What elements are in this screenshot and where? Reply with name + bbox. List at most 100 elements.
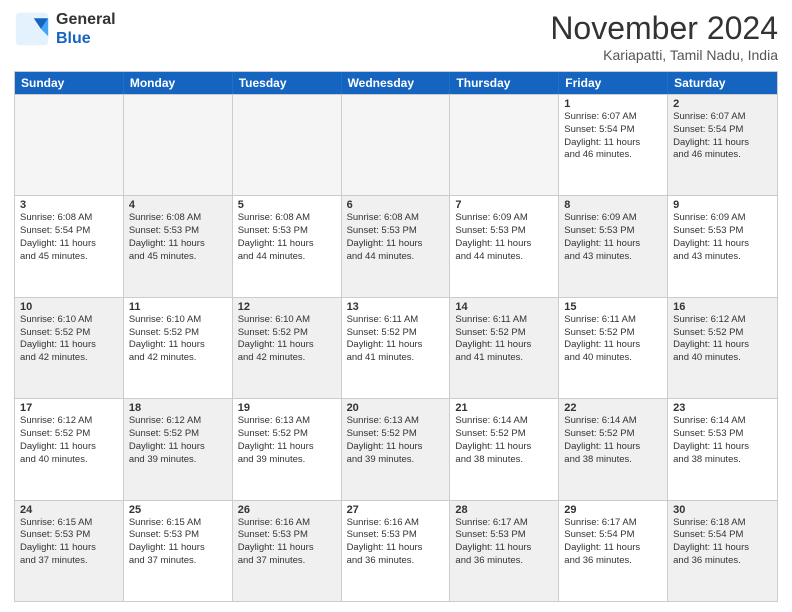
daylight-hours: Daylight: 11 hours — [20, 238, 118, 251]
sunrise-text: Sunrise: 6:12 AM — [20, 415, 118, 428]
day-number: 1 — [564, 98, 662, 110]
daylight-hours: Daylight: 11 hours — [347, 441, 445, 454]
sunrise-text: Sunrise: 6:15 AM — [129, 517, 227, 530]
sunrise-text: Sunrise: 6:11 AM — [564, 314, 662, 327]
calendar-cell-13: 13Sunrise: 6:11 AMSunset: 5:52 PMDayligh… — [342, 298, 451, 398]
sunrise-text: Sunrise: 6:14 AM — [673, 415, 772, 428]
daylight-hours: Daylight: 11 hours — [455, 339, 553, 352]
sunset-text: Sunset: 5:53 PM — [238, 225, 336, 238]
calendar-cell-26: 26Sunrise: 6:16 AMSunset: 5:53 PMDayligh… — [233, 501, 342, 601]
day-number: 4 — [129, 199, 227, 211]
daylight-minutes: and 45 minutes. — [20, 251, 118, 264]
sunset-text: Sunset: 5:54 PM — [673, 529, 772, 542]
calendar-cell-16: 16Sunrise: 6:12 AMSunset: 5:52 PMDayligh… — [668, 298, 777, 398]
daylight-hours: Daylight: 11 hours — [20, 542, 118, 555]
header-day-friday: Friday — [559, 72, 668, 94]
daylight-hours: Daylight: 11 hours — [238, 441, 336, 454]
sunrise-text: Sunrise: 6:08 AM — [347, 212, 445, 225]
daylight-hours: Daylight: 11 hours — [564, 339, 662, 352]
daylight-minutes: and 42 minutes. — [20, 352, 118, 365]
daylight-hours: Daylight: 11 hours — [564, 542, 662, 555]
day-number: 2 — [673, 98, 772, 110]
sunrise-text: Sunrise: 6:07 AM — [673, 111, 772, 124]
sunset-text: Sunset: 5:53 PM — [347, 225, 445, 238]
sunset-text: Sunset: 5:52 PM — [455, 428, 553, 441]
calendar-row-0: 1Sunrise: 6:07 AMSunset: 5:54 PMDaylight… — [15, 94, 777, 195]
daylight-hours: Daylight: 11 hours — [129, 339, 227, 352]
daylight-minutes: and 41 minutes. — [455, 352, 553, 365]
daylight-minutes: and 39 minutes. — [347, 454, 445, 467]
daylight-hours: Daylight: 11 hours — [564, 137, 662, 150]
day-number: 8 — [564, 199, 662, 211]
sunrise-text: Sunrise: 6:10 AM — [238, 314, 336, 327]
sunset-text: Sunset: 5:52 PM — [673, 327, 772, 340]
daylight-hours: Daylight: 11 hours — [673, 238, 772, 251]
sunset-text: Sunset: 5:52 PM — [564, 428, 662, 441]
calendar-cell-29: 29Sunrise: 6:17 AMSunset: 5:54 PMDayligh… — [559, 501, 668, 601]
day-number: 22 — [564, 402, 662, 414]
sunrise-text: Sunrise: 6:08 AM — [238, 212, 336, 225]
sunset-text: Sunset: 5:53 PM — [564, 225, 662, 238]
calendar-cell-17: 17Sunrise: 6:12 AMSunset: 5:52 PMDayligh… — [15, 399, 124, 499]
daylight-minutes: and 36 minutes. — [564, 555, 662, 568]
sunrise-text: Sunrise: 6:17 AM — [564, 517, 662, 530]
daylight-hours: Daylight: 11 hours — [347, 238, 445, 251]
sunset-text: Sunset: 5:54 PM — [673, 124, 772, 137]
daylight-hours: Daylight: 11 hours — [564, 238, 662, 251]
page: General Blue November 2024 Kariapatti, T… — [0, 0, 792, 612]
sunrise-text: Sunrise: 6:15 AM — [20, 517, 118, 530]
calendar-cell-1: 1Sunrise: 6:07 AMSunset: 5:54 PMDaylight… — [559, 95, 668, 195]
daylight-hours: Daylight: 11 hours — [347, 542, 445, 555]
daylight-minutes: and 43 minutes. — [673, 251, 772, 264]
header: General Blue November 2024 Kariapatti, T… — [14, 10, 778, 63]
sunset-text: Sunset: 5:53 PM — [673, 225, 772, 238]
header-day-saturday: Saturday — [668, 72, 777, 94]
daylight-hours: Daylight: 11 hours — [20, 339, 118, 352]
calendar-cell-19: 19Sunrise: 6:13 AMSunset: 5:52 PMDayligh… — [233, 399, 342, 499]
daylight-hours: Daylight: 11 hours — [129, 441, 227, 454]
sunset-text: Sunset: 5:54 PM — [564, 124, 662, 137]
day-number: 26 — [238, 504, 336, 516]
daylight-minutes: and 39 minutes. — [129, 454, 227, 467]
daylight-minutes: and 44 minutes. — [455, 251, 553, 264]
sunset-text: Sunset: 5:53 PM — [238, 529, 336, 542]
daylight-hours: Daylight: 11 hours — [673, 441, 772, 454]
calendar-header: SundayMondayTuesdayWednesdayThursdayFrid… — [15, 72, 777, 94]
day-number: 28 — [455, 504, 553, 516]
day-number: 21 — [455, 402, 553, 414]
header-day-thursday: Thursday — [450, 72, 559, 94]
calendar-cell-8: 8Sunrise: 6:09 AMSunset: 5:53 PMDaylight… — [559, 196, 668, 296]
daylight-minutes: and 37 minutes. — [129, 555, 227, 568]
sunrise-text: Sunrise: 6:11 AM — [347, 314, 445, 327]
day-number: 30 — [673, 504, 772, 516]
sunset-text: Sunset: 5:53 PM — [673, 428, 772, 441]
sunset-text: Sunset: 5:52 PM — [564, 327, 662, 340]
sunrise-text: Sunrise: 6:13 AM — [238, 415, 336, 428]
header-day-wednesday: Wednesday — [342, 72, 451, 94]
sunrise-text: Sunrise: 6:10 AM — [129, 314, 227, 327]
sunset-text: Sunset: 5:52 PM — [347, 327, 445, 340]
sunset-text: Sunset: 5:52 PM — [455, 327, 553, 340]
calendar-cell-21: 21Sunrise: 6:14 AMSunset: 5:52 PMDayligh… — [450, 399, 559, 499]
calendar-cell-14: 14Sunrise: 6:11 AMSunset: 5:52 PMDayligh… — [450, 298, 559, 398]
calendar-cell-6: 6Sunrise: 6:08 AMSunset: 5:53 PMDaylight… — [342, 196, 451, 296]
sunset-text: Sunset: 5:52 PM — [347, 428, 445, 441]
header-day-sunday: Sunday — [15, 72, 124, 94]
daylight-minutes: and 37 minutes. — [238, 555, 336, 568]
calendar-cell-4: 4Sunrise: 6:08 AMSunset: 5:53 PMDaylight… — [124, 196, 233, 296]
sunset-text: Sunset: 5:52 PM — [238, 428, 336, 441]
day-number: 18 — [129, 402, 227, 414]
logo-icon — [14, 11, 50, 47]
daylight-minutes: and 40 minutes. — [20, 454, 118, 467]
sunrise-text: Sunrise: 6:09 AM — [673, 212, 772, 225]
sunset-text: Sunset: 5:52 PM — [20, 327, 118, 340]
calendar-row-4: 24Sunrise: 6:15 AMSunset: 5:53 PMDayligh… — [15, 500, 777, 601]
daylight-hours: Daylight: 11 hours — [673, 339, 772, 352]
calendar-cell-28: 28Sunrise: 6:17 AMSunset: 5:53 PMDayligh… — [450, 501, 559, 601]
sunset-text: Sunset: 5:52 PM — [238, 327, 336, 340]
sunrise-text: Sunrise: 6:07 AM — [564, 111, 662, 124]
sunrise-text: Sunrise: 6:08 AM — [129, 212, 227, 225]
sunset-text: Sunset: 5:54 PM — [20, 225, 118, 238]
calendar-cell-7: 7Sunrise: 6:09 AMSunset: 5:53 PMDaylight… — [450, 196, 559, 296]
daylight-hours: Daylight: 11 hours — [129, 542, 227, 555]
